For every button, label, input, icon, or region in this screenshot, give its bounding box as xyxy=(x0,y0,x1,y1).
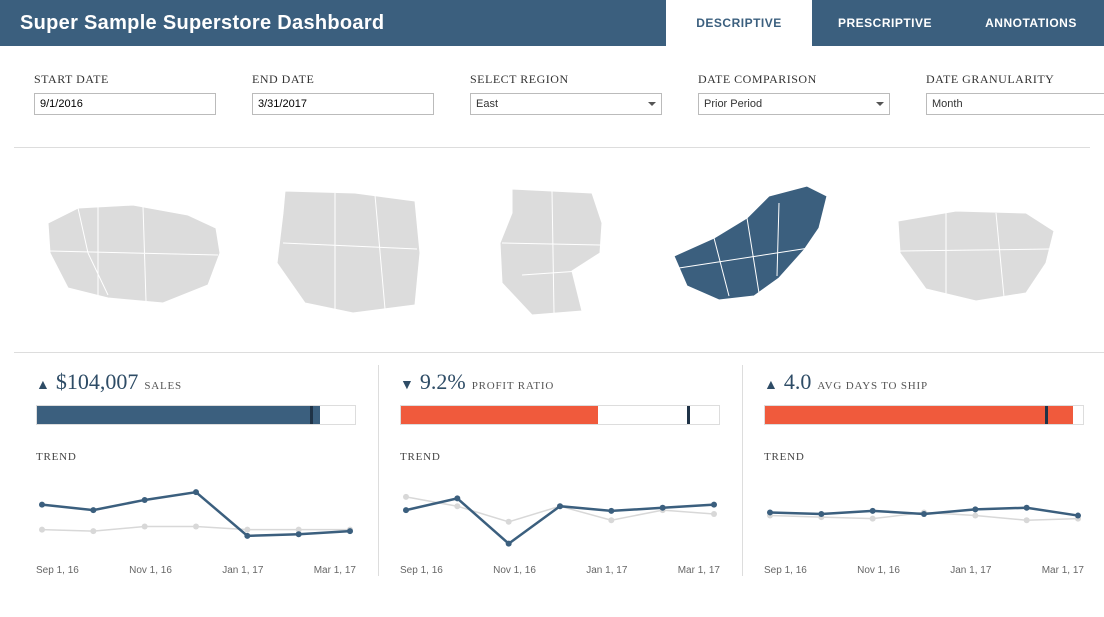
map-all[interactable] xyxy=(38,193,228,313)
chevron-down-icon xyxy=(648,102,656,106)
region-value: East xyxy=(476,98,498,110)
trend-chart-ship xyxy=(764,469,1084,559)
arrow-up-icon: ▲ xyxy=(764,378,778,394)
x-tick: Sep 1, 16 xyxy=(764,565,807,576)
bullet-fill xyxy=(401,406,598,424)
bullet-chart-sales xyxy=(36,405,356,425)
x-axis-labels: Sep 1, 16 Nov 1, 16 Jan 1, 17 Mar 1, 17 xyxy=(36,565,356,576)
trend-label: TREND xyxy=(36,451,356,463)
card-profit-ratio: ▼ 9.2% PROFIT RATIO TREND Sep 1, 16 Nov … xyxy=(378,352,742,584)
region-select[interactable]: East xyxy=(470,93,662,115)
bullet-marker xyxy=(1045,406,1048,424)
compare-value: Prior Period xyxy=(704,98,762,110)
bullet-marker xyxy=(687,406,690,424)
bullet-chart-ship xyxy=(764,405,1084,425)
trend-chart-profit xyxy=(400,469,720,559)
x-tick: Nov 1, 16 xyxy=(493,565,536,576)
bullet-marker xyxy=(310,406,313,424)
filter-date-granularity: DATE GRANULARITY Month xyxy=(926,72,1104,115)
x-tick: Nov 1, 16 xyxy=(857,565,900,576)
filter-label: DATE GRANULARITY xyxy=(926,72,1104,87)
x-tick: Mar 1, 17 xyxy=(314,565,356,576)
dashboard-title: Super Sample Superstore Dashboard xyxy=(0,12,384,35)
filter-date-comparison: DATE COMPARISON Prior Period xyxy=(698,72,890,115)
x-axis-labels: Sep 1, 16 Nov 1, 16 Jan 1, 17 Mar 1, 17 xyxy=(400,565,720,576)
metric-label: AVG DAYS TO SHIP xyxy=(817,380,928,392)
grain-value: Month xyxy=(932,98,963,110)
tabs-container: DESCRIPTIVE PRESCRIPTIVE ANNOTATIONS xyxy=(666,0,1104,46)
header-bar: Super Sample Superstore Dashboard DESCRI… xyxy=(0,0,1104,46)
card-sales: ▲ $104,007 SALES TREND Sep 1, 16 Nov 1, … xyxy=(14,352,378,584)
x-axis-labels: Sep 1, 16 Nov 1, 16 Jan 1, 17 Mar 1, 17 xyxy=(764,565,1084,576)
compare-select[interactable]: Prior Period xyxy=(698,93,890,115)
x-tick: Jan 1, 17 xyxy=(586,565,627,576)
metric-value: 9.2% xyxy=(420,369,466,395)
tab-prescriptive[interactable]: PRESCRIPTIVE xyxy=(812,0,958,46)
start-date-input[interactable] xyxy=(34,93,216,115)
filter-label: START DATE xyxy=(34,72,216,87)
metric-value: $104,007 xyxy=(56,369,139,395)
filter-start-date: START DATE xyxy=(34,72,216,115)
metric-label: PROFIT RATIO xyxy=(472,380,554,392)
trend-label: TREND xyxy=(764,451,1084,463)
x-tick: Jan 1, 17 xyxy=(950,565,991,576)
filter-end-date: END DATE xyxy=(252,72,434,115)
bullet-fill xyxy=(765,406,1073,424)
metric-cards: ▲ $104,007 SALES TREND Sep 1, 16 Nov 1, … xyxy=(0,352,1104,584)
chevron-down-icon xyxy=(876,102,884,106)
filter-region: SELECT REGION East xyxy=(470,72,662,115)
divider xyxy=(14,147,1090,148)
bullet-chart-profit xyxy=(400,405,720,425)
arrow-up-icon: ▲ xyxy=(36,378,50,394)
grain-select[interactable]: Month xyxy=(926,93,1104,115)
x-tick: Jan 1, 17 xyxy=(222,565,263,576)
filter-label: DATE COMPARISON xyxy=(698,72,890,87)
map-south[interactable] xyxy=(886,193,1066,313)
bullet-fill xyxy=(37,406,320,424)
x-tick: Sep 1, 16 xyxy=(400,565,443,576)
metric-header: ▼ 9.2% PROFIT RATIO xyxy=(400,369,720,395)
map-west[interactable] xyxy=(265,183,435,323)
map-central[interactable] xyxy=(472,183,622,323)
filter-label: END DATE xyxy=(252,72,434,87)
trend-chart-sales xyxy=(36,469,356,559)
tab-annotations[interactable]: ANNOTATIONS xyxy=(958,0,1104,46)
end-date-input[interactable] xyxy=(252,93,434,115)
x-tick: Mar 1, 17 xyxy=(678,565,720,576)
x-tick: Sep 1, 16 xyxy=(36,565,79,576)
x-tick: Mar 1, 17 xyxy=(1042,565,1084,576)
map-east[interactable] xyxy=(659,178,849,328)
metric-header: ▲ $104,007 SALES xyxy=(36,369,356,395)
metric-label: SALES xyxy=(144,380,182,392)
tab-descriptive[interactable]: DESCRIPTIVE xyxy=(666,0,812,46)
metric-value: 4.0 xyxy=(784,369,812,395)
trend-label: TREND xyxy=(400,451,720,463)
region-map-row xyxy=(0,158,1104,352)
metric-header: ▲ 4.0 AVG DAYS TO SHIP xyxy=(764,369,1084,395)
filter-bar: START DATE END DATE SELECT REGION East D… xyxy=(0,46,1104,133)
filter-label: SELECT REGION xyxy=(470,72,662,87)
arrow-down-icon: ▼ xyxy=(400,378,414,394)
card-ship-days: ▲ 4.0 AVG DAYS TO SHIP TREND Sep 1, 16 N… xyxy=(742,352,1104,584)
x-tick: Nov 1, 16 xyxy=(129,565,172,576)
